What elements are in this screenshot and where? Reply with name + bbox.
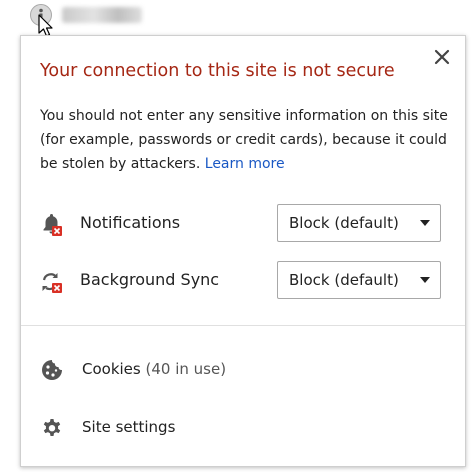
learn-more-link[interactable]: Learn more	[205, 156, 285, 172]
cookies-link[interactable]: Cookies (40 in use)	[40, 354, 450, 386]
permission-label: Background Sync	[80, 270, 220, 289]
close-button[interactable]	[433, 48, 451, 66]
select-value: Block (default)	[289, 271, 399, 289]
cookies-label: Cookies (40 in use)	[82, 360, 226, 378]
url-text-blurred[interactable]	[62, 7, 142, 23]
gear-icon	[40, 416, 64, 440]
close-icon	[434, 49, 450, 65]
background-sync-blocked-icon	[40, 270, 64, 294]
select-value: Block (default)	[289, 214, 399, 232]
site-settings-label: Site settings	[82, 418, 176, 436]
site-settings-link[interactable]: Site settings	[40, 412, 450, 444]
divider	[21, 325, 465, 326]
notifications-blocked-icon	[40, 213, 64, 237]
security-description: You should not enter any sensitive infor…	[40, 104, 450, 176]
omnibox	[0, 0, 474, 37]
site-info-popup: Your connection to this site is not secu…	[20, 35, 466, 467]
page-title: Your connection to this site is not secu…	[40, 61, 395, 81]
dropdown-arrow-icon	[420, 220, 430, 226]
cookies-count: (40 in use)	[145, 360, 227, 378]
cookies-text: Cookies	[82, 360, 141, 378]
permission-row-background-sync: Background Sync Block (default)	[40, 261, 450, 301]
dropdown-arrow-icon	[420, 277, 430, 283]
background-sync-select[interactable]: Block (default)	[277, 261, 441, 299]
permission-row-notifications: Notifications Block (default)	[40, 204, 450, 244]
permission-label: Notifications	[80, 213, 181, 232]
notifications-select[interactable]: Block (default)	[277, 204, 441, 242]
cookie-icon	[40, 358, 64, 382]
